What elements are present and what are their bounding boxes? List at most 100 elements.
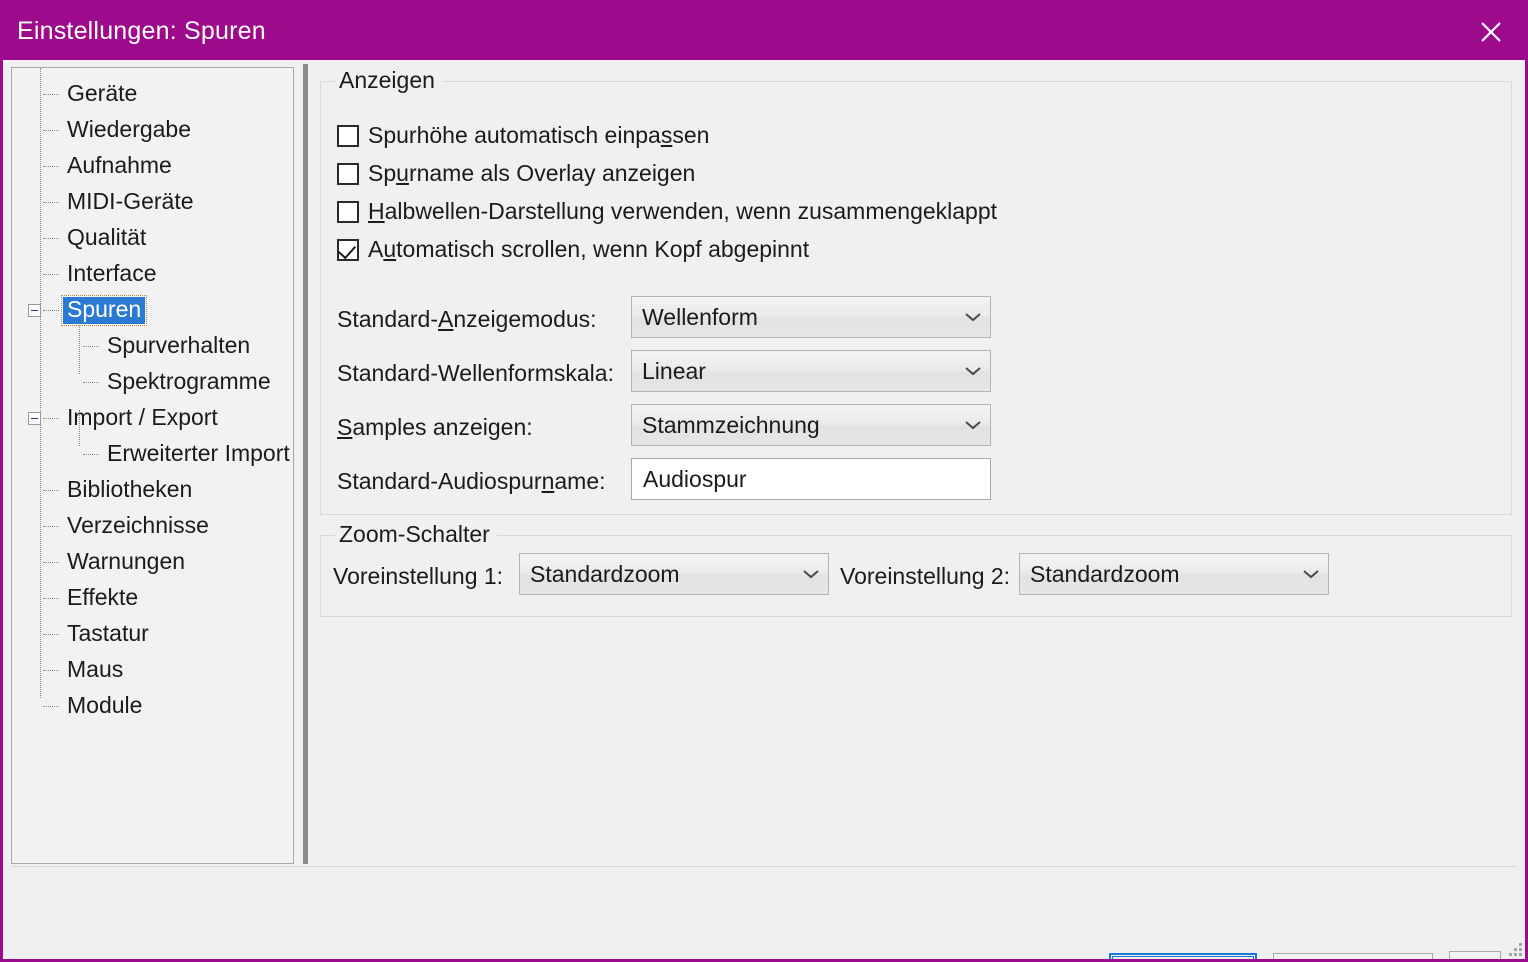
combobox-value: Standardzoom: [1030, 560, 1180, 587]
checkbox-auto-fit-track-height[interactable]: Spurhöhe automatisch einpassen: [337, 122, 709, 149]
sidebar-item-label: Bibliotheken: [67, 475, 193, 502]
title-bar: Einstellungen: Spuren: [3, 3, 1525, 60]
sidebar-item-label: Spurverhalten: [107, 331, 251, 358]
combobox-default-waveform-scale[interactable]: Linear: [631, 350, 991, 392]
sidebar-item-module[interactable]: Module: [12, 688, 293, 724]
chevron-down-icon: [794, 568, 828, 580]
ok-button[interactable]: OK: [1109, 953, 1257, 959]
combobox-zoom-preset-1[interactable]: Standardzoom: [519, 553, 829, 595]
label-display-samples: Samples anzeigen:: [337, 414, 533, 440]
close-button[interactable]: [1457, 3, 1525, 60]
tree-expander-collapse-icon[interactable]: [28, 303, 41, 317]
input-default-audio-track-name[interactable]: Audiospur: [631, 458, 991, 500]
combobox-value: Stammzeichnung: [642, 411, 820, 438]
display-groupbox: Anzeigen Spurhöhe automatisch einpassen …: [320, 67, 1512, 515]
dialog-body: Geräte Wiedergabe Aufnahme MIDI-Geräte Quali…: [3, 60, 1525, 959]
sidebar-item-interface[interactable]: Interface: [12, 256, 293, 292]
help-button[interactable]: ?: [1449, 951, 1501, 959]
sidebar-item-wiedergabe[interactable]: Wiedergabe: [12, 112, 293, 148]
sidebar-item-label: Aufnahme: [67, 151, 172, 178]
checkbox-label: Spurhöhe automatisch einpassen: [368, 122, 710, 148]
label-default-waveform-scale: Standard-Wellenformskala:: [337, 360, 614, 386]
tree-connector: [43, 669, 59, 671]
zoom-group-title: Zoom-Schalter: [335, 521, 497, 548]
chevron-down-icon: [956, 419, 990, 431]
label-default-audio-track-name: Standard-Audiospurname:: [337, 468, 606, 494]
resize-grip[interactable]: [1504, 938, 1522, 956]
settings-content-pane: Anzeigen Spurhöhe automatisch einpassen …: [316, 67, 1516, 864]
input-value: Audiospur: [643, 465, 747, 492]
chevron-down-icon: [956, 311, 990, 323]
sidebar-item-label: Effekte: [67, 583, 139, 610]
tree-connector: [43, 93, 59, 95]
label-preset-2: Voreinstellung 2:: [840, 563, 1011, 589]
checkbox-box: [337, 162, 359, 185]
sidebar-item-label: Wiedergabe: [67, 115, 192, 142]
tree-connector: [43, 597, 59, 599]
combobox-value: Linear: [642, 357, 706, 384]
sidebar-item-verzeichnisse[interactable]: Verzeichnisse: [12, 508, 293, 544]
tree-connector: [43, 525, 59, 527]
panel-splitter[interactable]: [303, 64, 308, 864]
display-group-title: Anzeigen: [335, 67, 442, 94]
sidebar-item-label: Qualität: [67, 223, 147, 250]
sidebar-item-label: Tastatur: [67, 619, 149, 646]
sidebar-item-spektrogramme[interactable]: Spektrogramme: [12, 364, 293, 400]
tree-connector: [43, 237, 59, 239]
checkbox-half-wave-collapsed[interactable]: Halbwellen-Darstellung verwenden, wenn z…: [337, 198, 997, 225]
label-default-view-mode: Standard-Anzeigemodus:: [337, 306, 597, 332]
sidebar-item-label: Interface: [67, 259, 157, 286]
tree-connector: [43, 165, 59, 167]
sidebar-item-label: Import / Export: [67, 403, 218, 430]
tree-connector: [43, 705, 59, 707]
tree-connector: [43, 129, 59, 131]
checkbox-show-track-name-overlay[interactable]: Spurname als Overlay anzeigen: [337, 160, 695, 187]
settings-dialog: Einstellungen: Spuren Geräte Wiedergabe Au…: [0, 0, 1528, 962]
sidebar-item-warnungen[interactable]: Warnungen: [12, 544, 293, 580]
sidebar-item-tastatur[interactable]: Tastatur: [12, 616, 293, 652]
sidebar-item-label: Module: [67, 691, 143, 718]
cancel-button[interactable]: Abbrechen: [1273, 953, 1433, 959]
tree-connector: [83, 453, 99, 455]
settings-tree[interactable]: Geräte Wiedergabe Aufnahme MIDI-Geräte Quali…: [11, 67, 294, 864]
combobox-zoom-preset-2[interactable]: Standardzoom: [1019, 553, 1329, 595]
chevron-down-icon: [1294, 568, 1328, 580]
sidebar-item-label: Erweiterter Import: [107, 439, 290, 466]
sidebar-item-label: Verzeichnisse: [67, 511, 209, 538]
tree-connector: [43, 417, 59, 419]
tree-expander-collapse-icon[interactable]: [28, 411, 41, 425]
tree-connector: [43, 489, 59, 491]
combobox-display-samples[interactable]: Stammzeichnung: [631, 404, 991, 446]
checkbox-auto-scroll-pinned-head[interactable]: Automatisch scrollen, wenn Kopf abgepinn…: [337, 236, 809, 263]
tree-connector: [83, 381, 99, 383]
dialog-button-bar: OK Abbrechen ?: [3, 870, 1525, 959]
sidebar-item-erweiterter-import[interactable]: Erweiterter Import: [12, 436, 293, 472]
sidebar-item-import-export[interactable]: Import / Export: [12, 400, 293, 436]
window-title: Einstellungen: Spuren: [17, 17, 266, 45]
sidebar-item-aufnahme[interactable]: Aufnahme: [12, 148, 293, 184]
tree-connector: [43, 273, 59, 275]
sidebar-item-effekte[interactable]: Effekte: [12, 580, 293, 616]
sidebar-item-midi-gerate[interactable]: MIDI-Geräte: [12, 184, 293, 220]
sidebar-item-gerate[interactable]: Geräte: [12, 76, 293, 112]
bottom-separator: [11, 866, 1517, 867]
chevron-down-icon: [956, 365, 990, 377]
sidebar-item-spuren[interactable]: Spuren: [12, 292, 293, 328]
sidebar-item-maus[interactable]: Maus: [12, 652, 293, 688]
sidebar-item-label: MIDI-Geräte: [67, 187, 194, 214]
sidebar-item-label: Spuren: [60, 294, 148, 326]
zoom-toggle-groupbox: Zoom-Schalter Voreinstellung 1: Standard…: [320, 521, 1512, 617]
question-mark-icon: ?: [1458, 958, 1492, 959]
combobox-value: Standardzoom: [530, 560, 680, 587]
checkbox-label: Spurname als Overlay anzeigen: [368, 160, 696, 186]
tree-connector: [43, 633, 59, 635]
tree-list: Geräte Wiedergabe Aufnahme MIDI-Geräte Quali…: [12, 68, 293, 724]
checkbox-box: [337, 238, 359, 261]
combobox-default-view-mode[interactable]: Wellenform: [631, 296, 991, 338]
tree-connector: [43, 201, 59, 203]
sidebar-item-qualitat[interactable]: Qualität: [12, 220, 293, 256]
sidebar-item-bibliotheken[interactable]: Bibliotheken: [12, 472, 293, 508]
checkbox-label: Halbwellen-Darstellung verwenden, wenn z…: [368, 198, 998, 224]
label-preset-1: Voreinstellung 1:: [333, 563, 504, 589]
sidebar-item-spurverhalten[interactable]: Spurverhalten: [12, 328, 293, 364]
